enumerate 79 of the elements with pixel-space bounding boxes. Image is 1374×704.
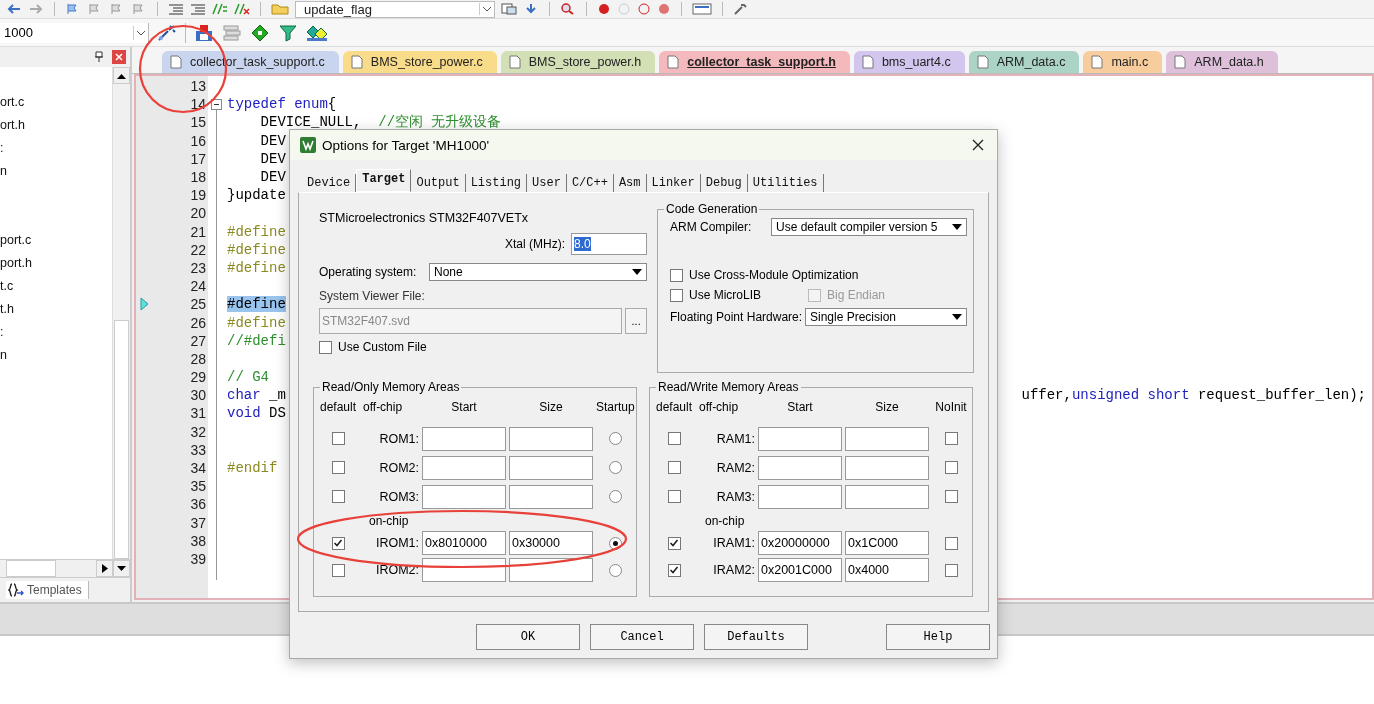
- code-text: void DS: [227, 405, 286, 422]
- checkbox-label: Use Cross-Module Optimization: [689, 268, 859, 282]
- line-number: 29: [189, 369, 206, 386]
- line-number: 37: [189, 514, 206, 531]
- line-number: 21: [189, 223, 206, 240]
- area-label: ROM3:: [378, 489, 419, 504]
- column-header: Size: [538, 400, 564, 414]
- column-header: Start: [450, 400, 478, 414]
- line-number: 36: [189, 496, 206, 513]
- field-label: Operating system:: [319, 265, 417, 279]
- line-number: 17: [189, 150, 206, 167]
- line-number: 26: [189, 314, 206, 331]
- field-label: Xtal (MHz):: [505, 237, 565, 251]
- line-number: 18: [189, 169, 206, 186]
- line-number: 38: [189, 532, 206, 549]
- checkbox-label: Use MicroLIB: [689, 288, 762, 302]
- section-label: on-chip: [704, 514, 746, 528]
- code-text: #define: [227, 314, 286, 331]
- code-text: #define: [227, 223, 286, 240]
- code-text: uffer,unsigned short request_buffer_len);: [1021, 387, 1367, 404]
- area-label: RAM2:: [715, 460, 755, 475]
- code-text: DEV: [259, 150, 286, 167]
- code-text: #define: [227, 259, 286, 276]
- code-text: DEV: [259, 169, 286, 186]
- column-header: off-chip: [363, 400, 404, 414]
- dialog-title: Options for Target 'MH1000': [322, 137, 490, 153]
- area-label: ROM1:: [378, 431, 419, 446]
- line-number: 14: [189, 96, 206, 113]
- line-number: 23: [189, 259, 206, 276]
- code-text: #define: [227, 241, 286, 258]
- line-number: 30: [189, 387, 206, 404]
- area-label: IROM1:: [374, 536, 419, 550]
- checkbox-label: Use Custom File: [338, 340, 427, 354]
- field-label: Floating Point Hardware:: [670, 310, 803, 324]
- column-header: off-chip: [699, 400, 740, 414]
- area-label: ROM2:: [378, 460, 419, 475]
- area-label: IRAM2:: [712, 563, 755, 577]
- code-text: DEV: [259, 132, 286, 149]
- line-number: 32: [189, 423, 206, 440]
- area-label: IRAM1:: [712, 536, 755, 550]
- line-number: 20: [189, 205, 206, 222]
- field-label: ARM Compiler:: [670, 220, 752, 234]
- column-header: Start: [786, 400, 814, 414]
- field-label: System Viewer File:: [319, 289, 426, 303]
- line-number: 13: [189, 78, 206, 95]
- code-text: }update: [227, 187, 286, 204]
- area-label: RAM1:: [715, 431, 755, 446]
- checkbox-label: Big Endian: [827, 288, 886, 302]
- line-number: 27: [189, 332, 206, 349]
- code-text: //#defi: [227, 332, 286, 349]
- line-number: 31: [189, 405, 206, 422]
- area-label: RAM3:: [715, 489, 755, 504]
- code-text: // G4: [227, 369, 269, 386]
- column-header: Size: [874, 400, 900, 414]
- code-text: #define: [227, 296, 286, 313]
- section-label: on-chip: [368, 514, 410, 528]
- line-number: 25: [189, 296, 206, 313]
- device-name: STMicroelectronics STM32F407VETx: [319, 211, 530, 225]
- line-number: 35: [189, 478, 206, 495]
- line-number: 28: [189, 350, 206, 367]
- code-text: DEVICE_NULL, //空闲 无升级设备: [259, 113, 502, 132]
- code-text: #endif: [227, 460, 278, 477]
- line-number: 33: [189, 441, 206, 458]
- line-number: 22: [189, 241, 206, 258]
- code-text: typedef enum{: [227, 96, 337, 113]
- column-header: NoInit: [934, 400, 968, 414]
- line-number: 34: [189, 460, 206, 477]
- line-number: 24: [189, 278, 206, 295]
- line-number: 15: [189, 114, 206, 131]
- code-text: char _m: [227, 387, 286, 404]
- line-number: 16: [189, 132, 206, 149]
- group-title: Read/Only Memory Areas: [320, 380, 462, 394]
- column-header: default: [655, 400, 693, 414]
- group-title: Code Generation: [664, 202, 760, 216]
- line-number: 39: [189, 550, 206, 567]
- column-header: default: [319, 400, 357, 414]
- line-number: 19: [189, 187, 206, 204]
- group-title: Read/Write Memory Areas: [656, 380, 801, 394]
- column-header: Startup: [596, 400, 635, 414]
